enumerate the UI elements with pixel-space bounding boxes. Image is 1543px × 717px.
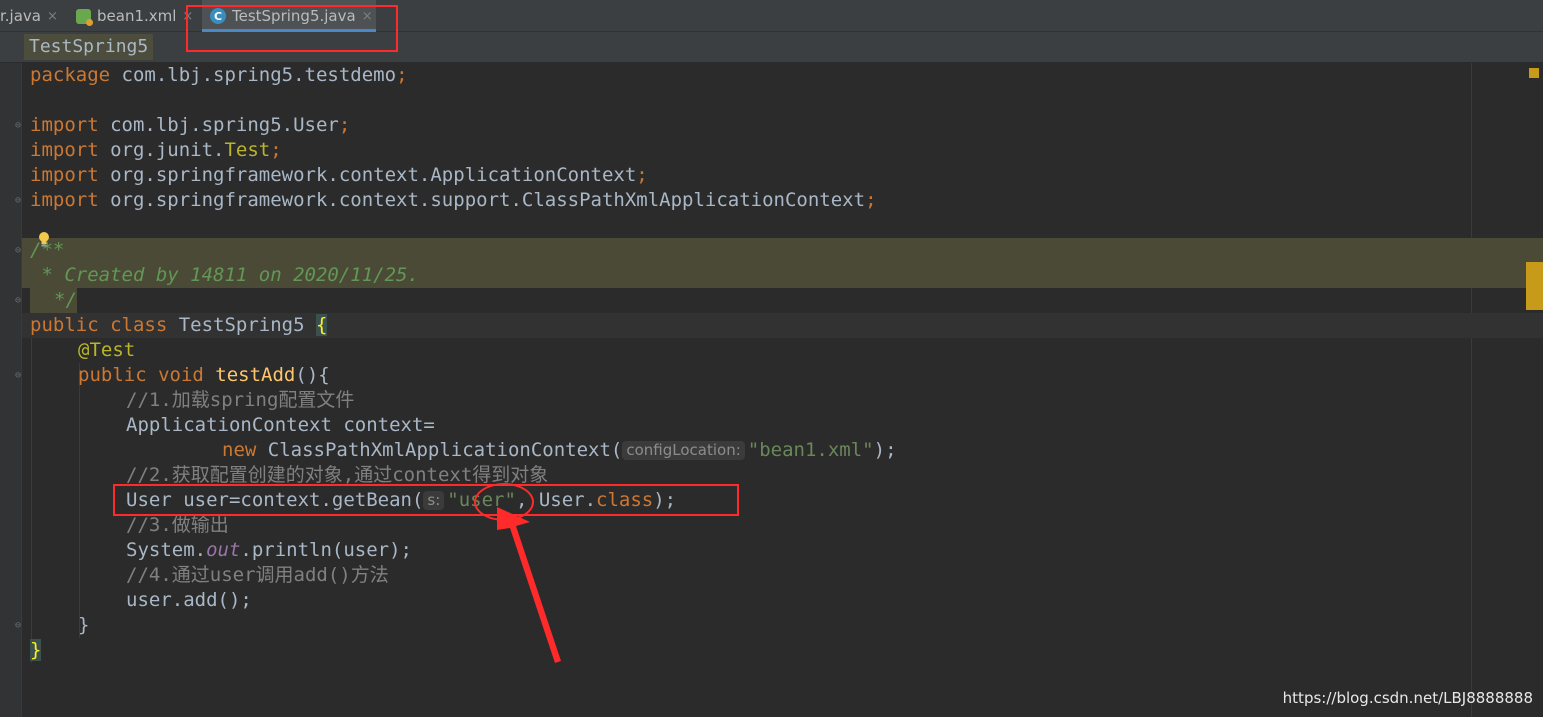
watermark-text: https://blog.csdn.net/LBJ8888888 [1282, 689, 1533, 707]
annotation-arrow [497, 507, 561, 663]
